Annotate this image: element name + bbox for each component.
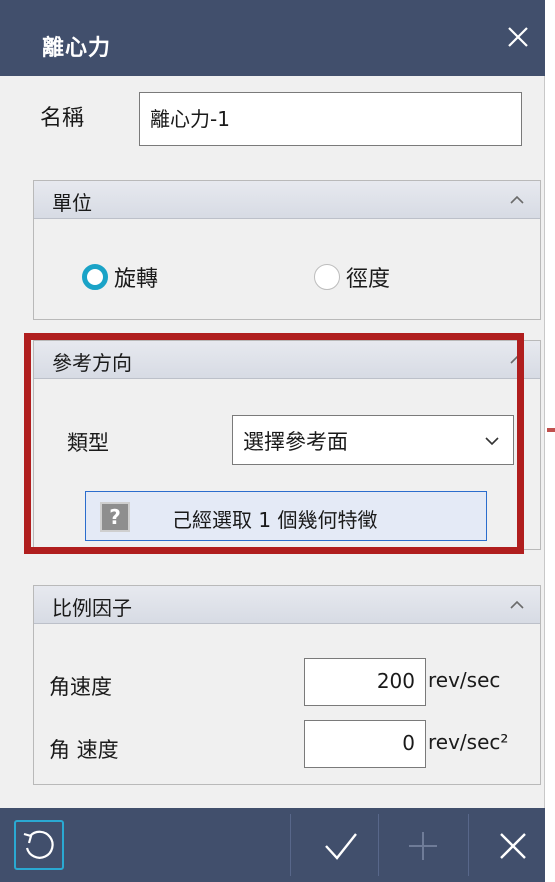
chevron-down-icon [483,431,501,449]
selected-geometry-button[interactable]: ? 己經選取 1 個幾何特徵 [85,491,487,541]
radio-rotation[interactable]: 旋轉 [82,261,158,293]
help-icon: ? [100,502,130,532]
angular-acceleration-unit: rev/sec² [428,730,509,754]
angular-acceleration-label: 角 速度 [49,738,119,762]
radio-radian[interactable]: 徑度 [314,261,390,293]
unit-group-header[interactable]: 單位 [34,181,540,219]
reference-direction-group: 參考方向 類型 選擇參考面 ? 己經選取 1 個幾何特徵 [33,340,541,550]
scale-group-title: 比例因子 [52,596,132,620]
type-select[interactable]: 選擇參考面 [232,415,514,465]
toolbar-divider [290,814,291,876]
chevron-up-icon[interactable] [508,596,526,614]
chevron-up-icon[interactable] [508,191,526,209]
dialog-panel: 離心力 名稱 離心力-1 單位 旋轉 徑度 參考方向 類型 選擇參考面 ? 己經… [0,0,545,882]
reference-group-title: 參考方向 [52,351,132,375]
name-input[interactable]: 離心力-1 [139,92,522,146]
title-bar: 離心力 [0,0,545,76]
chevron-up-icon[interactable] [508,351,526,369]
background-strip [545,0,555,882]
reference-group-header[interactable]: 參考方向 [34,341,540,379]
plus-icon[interactable] [395,808,451,882]
close-icon[interactable] [485,808,541,882]
radio-selected-icon [82,264,108,290]
radio-unselected-icon [314,264,340,290]
radio-rotation-label: 旋轉 [114,267,159,292]
dialog-title: 離心力 [42,36,112,61]
angular-velocity-unit: rev/sec [428,668,501,692]
toolbar-divider [468,814,469,876]
bottom-toolbar [0,808,545,882]
leader-line [547,428,555,432]
scale-factor-group: 比例因子 角速度 200 rev/sec 角 速度 0 rev/sec² [33,585,541,785]
type-label: 類型 [67,431,109,455]
angular-velocity-label: 角速度 [49,675,112,699]
angular-velocity-input[interactable]: 200 [304,658,426,706]
angular-acceleration-input[interactable]: 0 [304,720,426,768]
radio-radian-label: 徑度 [346,267,391,292]
scale-group-header[interactable]: 比例因子 [34,586,540,624]
name-label: 名稱 [40,106,85,131]
check-icon[interactable] [310,808,370,882]
unit-group: 單位 旋轉 徑度 [33,180,541,320]
type-select-value: 選擇參考面 [243,430,348,454]
selected-geometry-label: 己經選取 1 個幾何特徵 [172,508,378,532]
close-icon[interactable] [503,24,533,54]
unit-group-title: 單位 [52,191,92,215]
toolbar-divider [378,814,379,876]
reset-icon[interactable] [14,820,64,870]
